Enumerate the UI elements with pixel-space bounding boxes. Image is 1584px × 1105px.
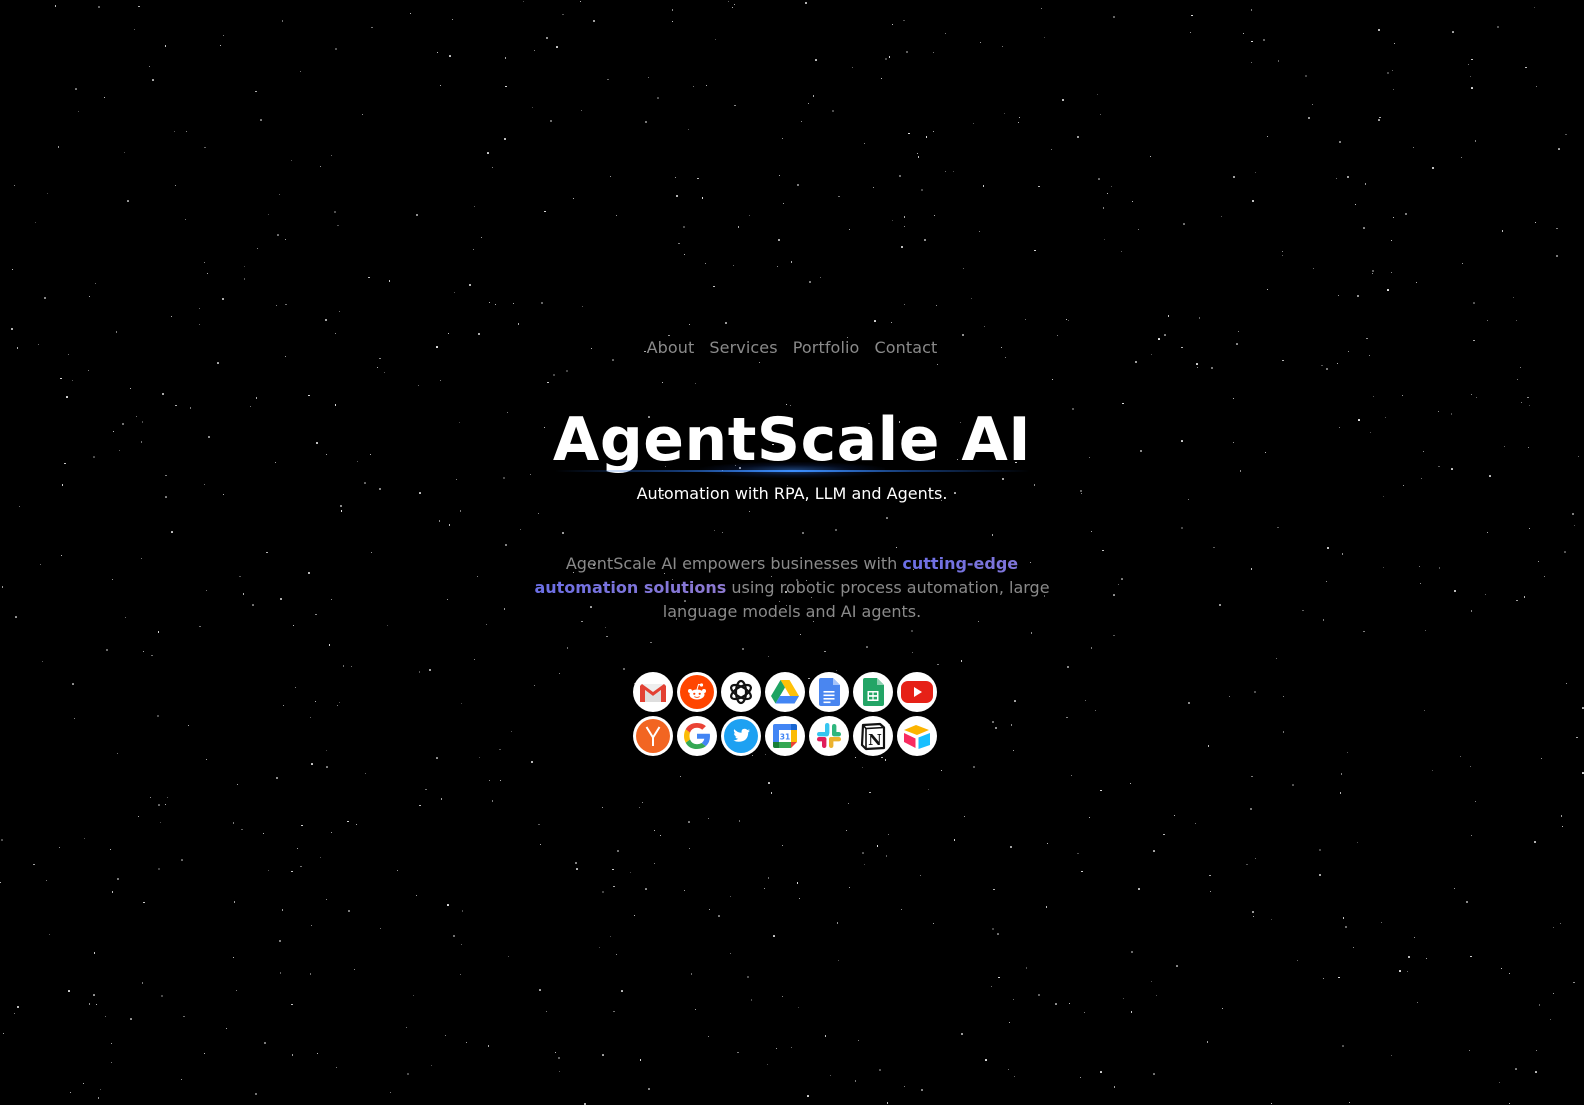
openai-button[interactable] [721,672,761,712]
calendar-day-text: 31 [780,733,790,742]
google-drive-icon [771,680,799,704]
gmail-icon [640,684,666,702]
reddit-icon [680,675,714,709]
google-docs-button[interactable] [809,672,849,712]
airtable-button[interactable] [897,716,937,756]
hero-subtitle: Automation with RPA, LLM and Agents. [636,484,948,503]
nav-portfolio[interactable]: Portfolio [793,338,860,357]
notion-letter-text: N [868,731,882,749]
nav-services[interactable]: Services [709,338,777,357]
ycombinator-icon [636,719,670,753]
main-nav: About Services Portfolio Contact [0,338,1584,357]
notion-icon: N [860,722,886,751]
airtable-icon [904,725,930,749]
google-icon [684,723,710,749]
google-button[interactable] [677,716,717,756]
google-sheets-icon [863,678,884,706]
twitter-button[interactable] [721,716,761,756]
google-sheets-button[interactable] [853,672,893,712]
twitter-icon [724,719,758,753]
openai-icon [730,679,752,705]
slack-icon [817,723,841,748]
slack-button[interactable] [809,716,849,756]
google-drive-button[interactable] [765,672,805,712]
hero-description: AgentScale AI empowers businesses with c… [522,552,1062,624]
google-docs-icon [819,678,840,706]
nav-about[interactable]: About [647,338,695,357]
ycombinator-button[interactable] [633,716,673,756]
google-calendar-button[interactable]: 31 [765,716,805,756]
integration-icons: 31 N [633,672,943,756]
gmail-button[interactable] [633,672,673,712]
youtube-icon [901,681,933,703]
landing-page: About Services Portfolio Contact AgentSc… [0,0,1584,1105]
notion-button[interactable]: N [853,716,893,756]
youtube-button[interactable] [897,672,937,712]
reddit-button[interactable] [677,672,717,712]
nav-contact[interactable]: Contact [874,338,937,357]
title-underline-glow [555,470,1030,472]
description-lead: AgentScale AI empowers businesses with [565,554,903,573]
google-calendar-icon: 31 [773,724,797,748]
